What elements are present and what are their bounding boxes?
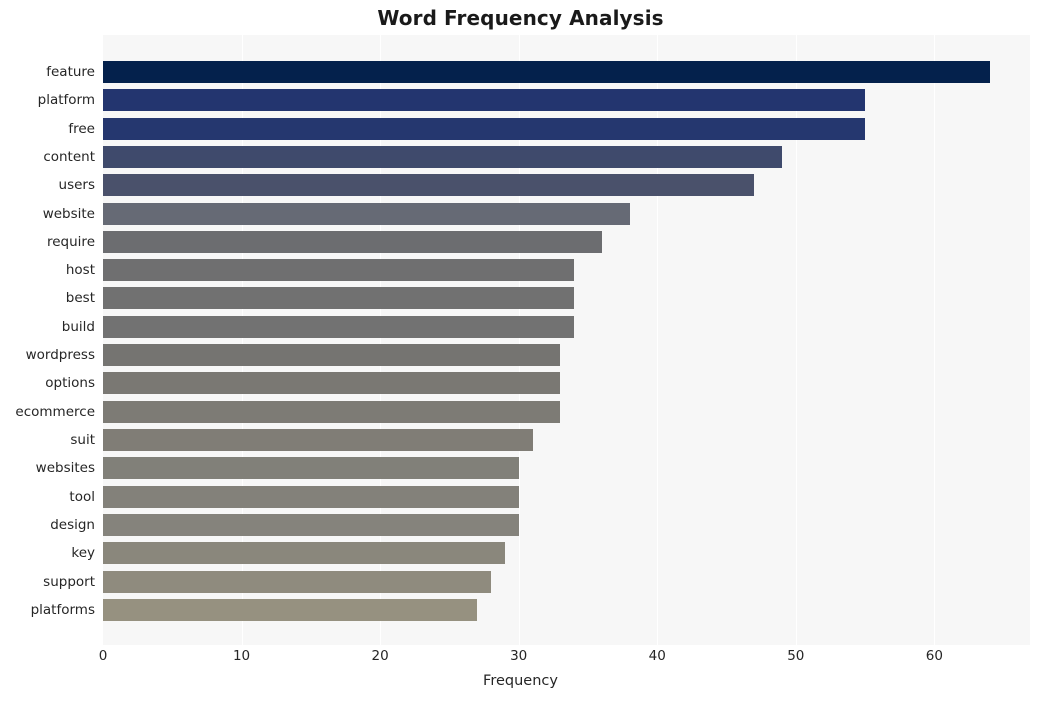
y-tick-label-ecommerce: ecommerce	[15, 403, 95, 420]
bar-row[interactable]	[103, 230, 1030, 253]
bar-feature[interactable]	[103, 61, 990, 83]
y-tick-label-feature: feature	[46, 64, 95, 80]
y-axis-tick-labels: feature platform free content users website re…	[0, 35, 95, 645]
bar-row[interactable]	[103, 457, 1030, 480]
y-tick-label-key: key	[71, 545, 95, 562]
bar-row[interactable]	[103, 174, 1030, 197]
x-tick-label-60: 60	[925, 648, 943, 664]
bar-row[interactable]	[103, 372, 1030, 395]
bar-design[interactable]	[103, 513, 519, 536]
bar-row[interactable]	[103, 400, 1030, 423]
y-tick-label-websites: websites	[35, 460, 95, 477]
bar-row[interactable]	[103, 485, 1030, 508]
bar-platform[interactable]	[103, 89, 866, 112]
bar-row[interactable]	[103, 287, 1030, 310]
x-tick-label-30: 30	[510, 648, 528, 664]
bar-platforms[interactable]	[103, 598, 478, 621]
bar-users[interactable]	[103, 174, 755, 197]
x-tick-label-10: 10	[232, 648, 251, 664]
y-tick-label-tool: tool	[69, 488, 95, 505]
bar-row[interactable]	[103, 117, 1030, 140]
y-tick-label-design: design	[50, 516, 95, 533]
y-tick-label-website: website	[42, 205, 95, 222]
bar-website[interactable]	[103, 202, 630, 225]
bar-row[interactable]	[103, 315, 1030, 338]
y-tick-label-build: build	[61, 318, 95, 335]
bar-row[interactable]	[103, 89, 1030, 112]
y-tick-label-wordpress: wordpress	[25, 347, 95, 364]
y-tick-label-best: best	[65, 290, 95, 307]
bar-best[interactable]	[103, 287, 575, 310]
y-tick-label-free: free	[68, 120, 95, 137]
chart-figure: Word Frequency Analysis feature platform f…	[0, 0, 1041, 701]
bar-content[interactable]	[103, 145, 782, 168]
bar-wordpress[interactable]	[103, 344, 561, 367]
x-tick-label-50: 50	[787, 648, 805, 664]
bar-free[interactable]	[103, 117, 866, 140]
bar-row[interactable]	[103, 259, 1030, 282]
bars-layer	[103, 35, 1030, 645]
y-tick-label-host: host	[65, 262, 95, 279]
bar-row[interactable]	[103, 61, 1030, 83]
y-tick-label-support: support	[43, 573, 95, 590]
y-tick-label-platforms: platforms	[30, 601, 95, 618]
bar-ecommerce[interactable]	[103, 400, 561, 423]
bar-row[interactable]	[103, 513, 1030, 536]
bar-row[interactable]	[103, 598, 1030, 621]
bar-suit[interactable]	[103, 428, 533, 451]
bar-row[interactable]	[103, 344, 1030, 367]
x-tick-label-0: 0	[98, 648, 108, 664]
y-tick-label-platform: platform	[37, 92, 95, 109]
bar-websites[interactable]	[103, 457, 519, 480]
bar-row[interactable]	[103, 542, 1030, 565]
bar-row[interactable]	[103, 202, 1030, 225]
y-tick-label-users: users	[58, 177, 95, 194]
bar-key[interactable]	[103, 542, 505, 565]
x-tick-label-40: 40	[648, 648, 666, 664]
bar-host[interactable]	[103, 259, 575, 282]
x-axis-tick-labels: 0 10 20 30 40 50 60	[99, 648, 1030, 668]
bar-row[interactable]	[103, 428, 1030, 451]
chart-title: Word Frequency Analysis	[377, 6, 664, 30]
y-tick-label-require: require	[47, 233, 95, 250]
bar-options[interactable]	[103, 372, 561, 395]
y-tick-label-options: options	[45, 375, 95, 392]
bar-require[interactable]	[103, 230, 602, 253]
bar-support[interactable]	[103, 570, 491, 593]
bar-build[interactable]	[103, 315, 575, 338]
bar-tool[interactable]	[103, 485, 519, 508]
bar-row[interactable]	[103, 570, 1030, 593]
bar-row[interactable]	[103, 145, 1030, 168]
y-tick-label-content: content	[43, 148, 95, 165]
y-tick-label-suit: suit	[70, 431, 95, 448]
x-axis-title: Frequency	[483, 673, 558, 689]
x-tick-label-20: 20	[371, 648, 389, 664]
